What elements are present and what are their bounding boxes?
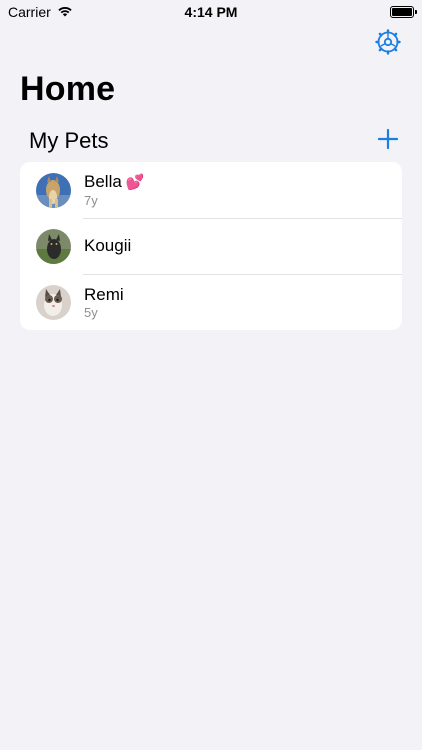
plus-icon xyxy=(377,128,399,155)
pet-name: Remi xyxy=(84,284,124,304)
page-title: Home xyxy=(20,70,116,108)
section-title: My Pets xyxy=(29,128,109,153)
pet-row-remi[interactable]: Remi 5y xyxy=(20,274,402,330)
pet-avatar xyxy=(36,284,71,320)
wifi-icon xyxy=(57,4,73,20)
pet-row-bella[interactable]: Bella 💕 7y xyxy=(20,162,402,218)
pet-avatar xyxy=(36,228,71,264)
home-screen: Carrier 4:14 PM Home My Pets Bella 💕 7y … xyxy=(0,0,422,750)
pet-age: 5y xyxy=(84,304,98,320)
pet-name: Bella xyxy=(84,172,122,191)
status-bar: Carrier 4:14 PM xyxy=(0,0,422,24)
pet-avatar xyxy=(36,172,71,208)
pet-age: 7y xyxy=(84,193,98,208)
add-pet-button[interactable] xyxy=(374,127,402,155)
battery-icon xyxy=(390,6,417,18)
settings-button[interactable] xyxy=(374,28,402,60)
pet-list: Bella 💕 7y Kougii Remi 5y xyxy=(20,162,402,330)
status-left: Carrier xyxy=(8,4,73,20)
carrier-label: Carrier xyxy=(8,4,51,20)
pets-section-header: My Pets xyxy=(20,124,402,158)
pet-row-kougii[interactable]: Kougii xyxy=(20,218,402,274)
gear-icon xyxy=(375,28,401,60)
pet-name: Kougii xyxy=(84,236,132,255)
heart-emoji: 💕 xyxy=(125,174,145,191)
